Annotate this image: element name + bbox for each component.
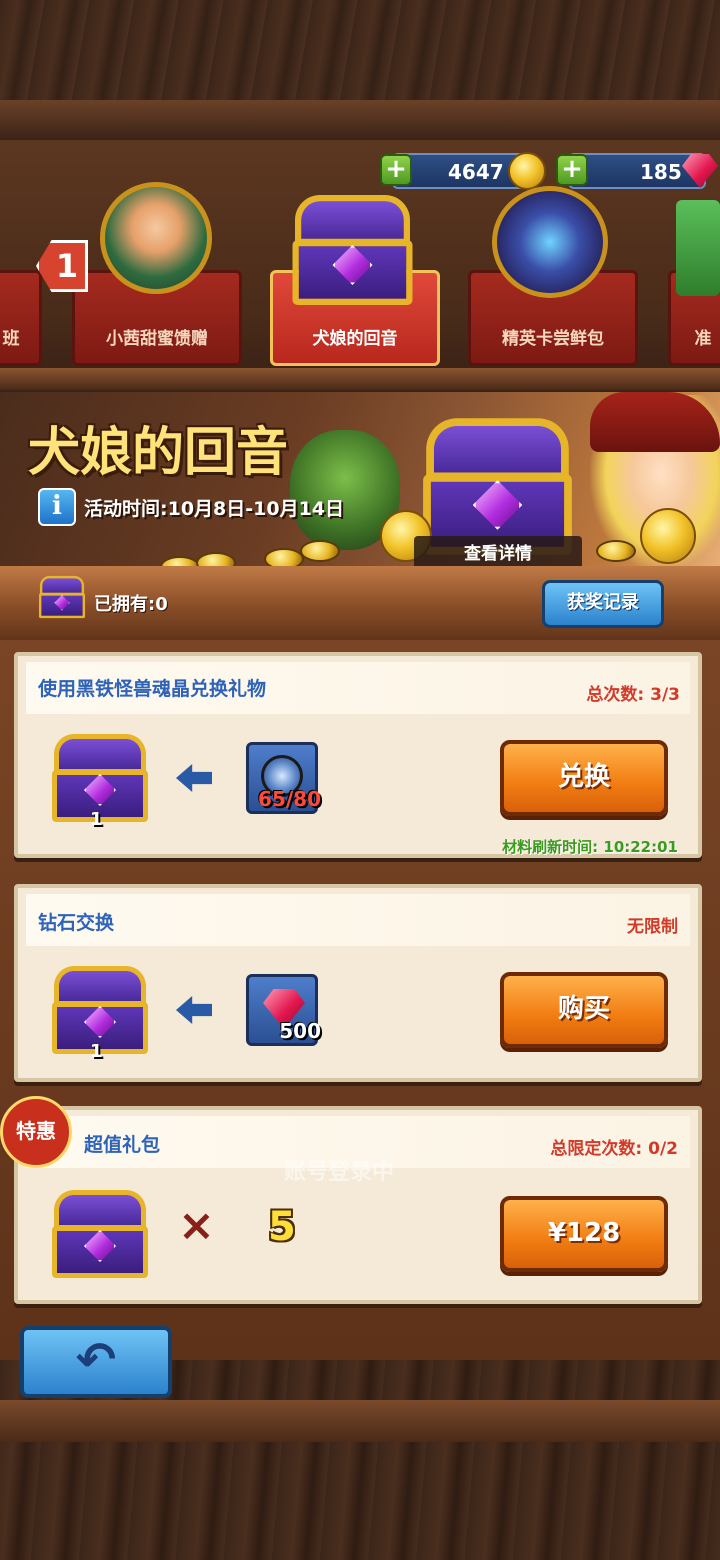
tab-label: 犬娘的回音 xyxy=(312,329,398,349)
gold-coin-icon xyxy=(508,152,546,190)
reward-quantity: 1 xyxy=(90,809,103,830)
info-icon[interactable]: i xyxy=(38,488,76,526)
panel-title: 钻石交换 xyxy=(38,912,115,934)
reward-chest-icon: 1 xyxy=(50,730,150,830)
multiply-icon: × xyxy=(178,1200,215,1251)
exchange-button[interactable]: 兑换 xyxy=(500,740,668,816)
add-gold-button[interactable]: + xyxy=(380,154,412,186)
tab-label: 准 xyxy=(694,329,712,349)
owned-count: 已拥有:0 xyxy=(94,594,168,615)
bottom-rail xyxy=(0,1400,720,1442)
soul-crystal-slot[interactable]: 65/80 xyxy=(246,742,321,814)
purchase-pack-button[interactable]: ¥128 xyxy=(500,1196,668,1272)
value-pack-panel: 超值礼包 总限定次数: 0/2 账号登录中 × 5 ¥128 xyxy=(14,1106,702,1304)
gem-counter: 185 xyxy=(568,153,706,189)
add-gem-button[interactable]: + xyxy=(556,154,588,186)
gem-value: 185 xyxy=(640,160,682,184)
diamond-slot[interactable]: 500 xyxy=(246,974,321,1046)
material-count: 65/80 xyxy=(258,787,321,811)
tab-label: 班 xyxy=(2,329,20,349)
special-offer-badge: 特惠 xyxy=(0,1096,72,1168)
event-title: 犬娘的回音 xyxy=(28,423,289,483)
gold-coin-icon xyxy=(596,540,636,562)
exchange-panel-soul-crystal: 使用黑铁怪兽魂晶兑换礼物 总次数: 3/3 1 65/80 兑换 材料刷新时间:… xyxy=(14,652,702,858)
tab-shelf xyxy=(0,368,720,390)
arrow-left-icon xyxy=(176,996,212,1024)
owned-chest-icon xyxy=(38,574,86,620)
reward-quantity: 1 xyxy=(90,1041,103,1062)
diamond-cost: 500 xyxy=(279,1019,321,1043)
arrow-left-icon xyxy=(176,764,212,792)
reward-chest-icon xyxy=(50,1186,150,1282)
tab-label: 精英卡尝鲜包 xyxy=(502,329,604,349)
tab-partial-left[interactable]: 班 xyxy=(0,270,42,366)
panel-limit: 总次数: 3/3 xyxy=(586,685,680,705)
login-overlay-text: 账号登录中 xyxy=(284,1160,395,1185)
partial-gift-icon xyxy=(676,200,720,296)
card-pack-icon xyxy=(492,186,608,298)
panel-header xyxy=(26,894,690,946)
tab-chest-icon xyxy=(290,190,415,310)
panel-limit: 总限定次数: 0/2 xyxy=(550,1139,678,1159)
panel-title: 使用黑铁怪兽魂晶兑换礼物 xyxy=(38,678,267,700)
pack-quantity: 5 xyxy=(268,1204,296,1250)
event-time: 活动时间:10月8日-10月14日 xyxy=(84,498,345,520)
gold-coin-icon xyxy=(300,540,340,562)
gold-value: 4647 xyxy=(448,160,504,184)
panel-limit: 无限制 xyxy=(627,917,678,937)
back-button[interactable]: ↶ xyxy=(20,1326,172,1398)
buy-button[interactable]: 购买 xyxy=(500,972,668,1048)
tab-label: 小茜甜蜜馈赠 xyxy=(106,329,208,349)
prize-record-button[interactable]: 获奖记录 xyxy=(542,580,664,628)
panel-title: 超值礼包 xyxy=(84,1134,161,1156)
material-refresh-time: 材料刷新时间: 10:22:01 xyxy=(502,838,678,856)
reward-chest-icon: 1 xyxy=(50,962,150,1062)
xiaoqian-portrait-icon xyxy=(100,182,212,294)
top-rail xyxy=(0,100,720,140)
exchange-panel-diamond: 钻石交换 无限制 1 500 购买 xyxy=(14,884,702,1082)
gold-coin-icon xyxy=(640,508,696,564)
